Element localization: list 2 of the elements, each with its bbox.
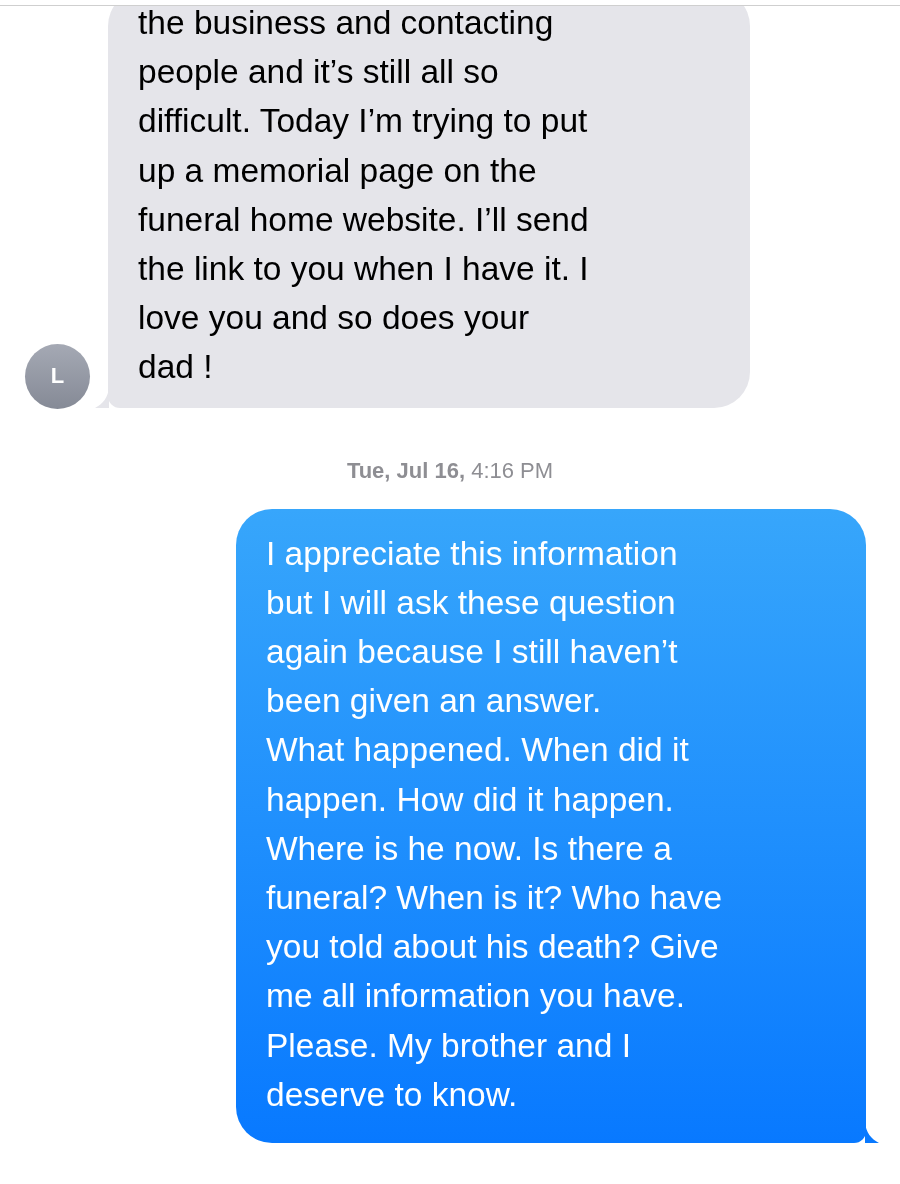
message-timestamp: Tue, Jul 16, 4:16 PM xyxy=(346,457,554,484)
contact-avatar[interactable]: L xyxy=(25,343,90,409)
